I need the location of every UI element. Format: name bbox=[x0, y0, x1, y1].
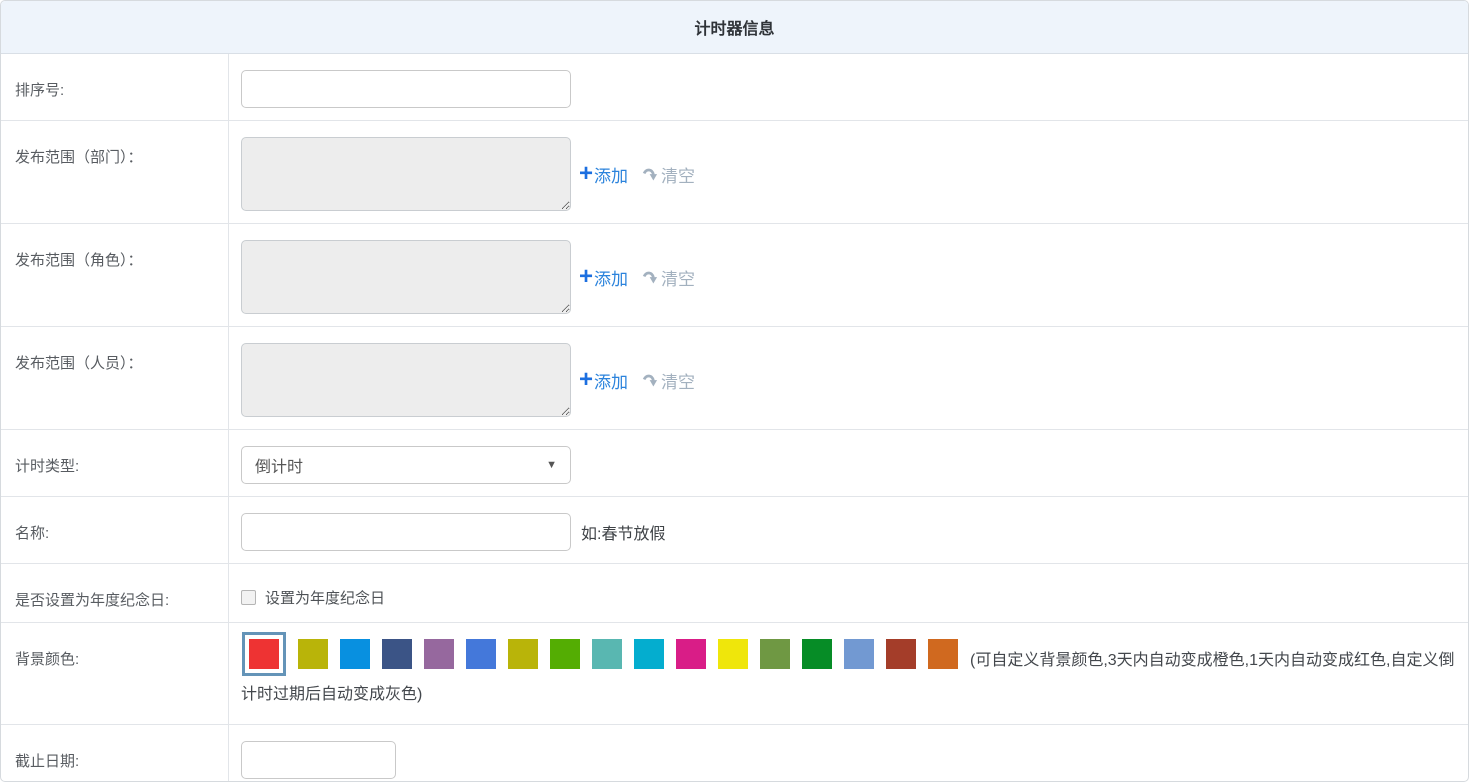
row-scope-role: 发布范围（角色）： +添加 清空 bbox=[1, 224, 1468, 327]
row-scope-person: 发布范围（人员）： +添加 清空 bbox=[1, 327, 1468, 430]
clear-arrow-icon bbox=[642, 372, 659, 389]
row-label: 发布范围（人员）： bbox=[1, 327, 229, 429]
scope-department-textarea[interactable] bbox=[241, 137, 571, 211]
color-swatch[interactable] bbox=[592, 639, 622, 669]
timer-type-select[interactable]: 倒计时 ▼ bbox=[241, 446, 571, 484]
row-deadline: 截止日期: bbox=[1, 725, 1468, 782]
clear-arrow-icon bbox=[642, 269, 659, 286]
color-swatch[interactable] bbox=[886, 639, 916, 669]
timer-type-selected-value: 倒计时 bbox=[255, 453, 546, 477]
deadline-date-input[interactable] bbox=[241, 741, 396, 779]
row-label: 背景颜色: bbox=[1, 623, 229, 724]
name-input[interactable] bbox=[241, 513, 571, 551]
clear-arrow-icon bbox=[642, 166, 659, 183]
row-label: 截止日期: bbox=[1, 725, 229, 782]
chevron-down-icon: ▼ bbox=[546, 459, 557, 471]
row-anniversary: 是否设置为年度纪念日: 设置为年度纪念日 bbox=[1, 564, 1468, 623]
scope-role-textarea[interactable] bbox=[241, 240, 571, 314]
anniversary-checkbox[interactable] bbox=[241, 590, 256, 605]
color-swatch[interactable] bbox=[802, 639, 832, 669]
color-swatch[interactable] bbox=[508, 639, 538, 669]
plus-icon: + bbox=[579, 162, 593, 186]
row-label: 发布范围（角色）： bbox=[1, 224, 229, 326]
color-swatch[interactable] bbox=[249, 639, 279, 669]
color-swatch[interactable] bbox=[928, 639, 958, 669]
anniversary-checkbox-wrap[interactable]: 设置为年度纪念日 bbox=[241, 587, 385, 608]
row-label: 排序号: bbox=[1, 54, 229, 120]
color-swatch[interactable] bbox=[844, 639, 874, 669]
color-swatch[interactable] bbox=[298, 639, 328, 669]
row-name: 名称: 如:春节放假 bbox=[1, 497, 1468, 564]
color-swatch[interactable] bbox=[718, 639, 748, 669]
name-hint: 如:春节放假 bbox=[581, 520, 665, 544]
row-background-color: 背景颜色: (可自定义背景颜色,3天内自动变成橙色,1天内自动变成红色,自定义倒… bbox=[1, 623, 1468, 725]
row-label: 发布范围（部门）： bbox=[1, 121, 229, 223]
row-label: 名称: bbox=[1, 497, 229, 563]
anniversary-checkbox-label: 设置为年度纪念日 bbox=[265, 587, 385, 608]
row-label: 计时类型: bbox=[1, 430, 229, 496]
row-sort-number: 排序号: bbox=[1, 54, 1468, 121]
panel-title: 计时器信息 bbox=[1, 1, 1468, 54]
clear-department-link[interactable]: 清空 bbox=[642, 162, 695, 187]
add-role-link[interactable]: +添加 bbox=[579, 265, 628, 290]
plus-icon: + bbox=[579, 368, 593, 392]
row-timer-type: 计时类型: 倒计时 ▼ bbox=[1, 430, 1468, 497]
add-person-link[interactable]: +添加 bbox=[579, 368, 628, 393]
sort-number-input[interactable] bbox=[241, 70, 571, 108]
color-swatch[interactable] bbox=[676, 639, 706, 669]
color-swatch[interactable] bbox=[424, 639, 454, 669]
add-department-link[interactable]: +添加 bbox=[579, 162, 628, 187]
scope-person-textarea[interactable] bbox=[241, 343, 571, 417]
clear-role-link[interactable]: 清空 bbox=[642, 265, 695, 290]
row-label: 是否设置为年度纪念日: bbox=[1, 564, 229, 622]
plus-icon: + bbox=[579, 265, 593, 289]
timer-info-panel: 计时器信息 排序号: 发布范围（部门）： +添加 清空 发布范围（角色）： +添… bbox=[0, 0, 1469, 782]
color-swatch[interactable] bbox=[466, 639, 496, 669]
color-swatch[interactable] bbox=[340, 639, 370, 669]
clear-person-link[interactable]: 清空 bbox=[642, 368, 695, 393]
color-swatch[interactable] bbox=[634, 639, 664, 669]
color-swatch[interactable] bbox=[550, 639, 580, 669]
color-swatches bbox=[241, 652, 970, 669]
color-swatch[interactable] bbox=[382, 639, 412, 669]
row-scope-department: 发布范围（部门）： +添加 清空 bbox=[1, 121, 1468, 224]
color-swatch[interactable] bbox=[760, 639, 790, 669]
